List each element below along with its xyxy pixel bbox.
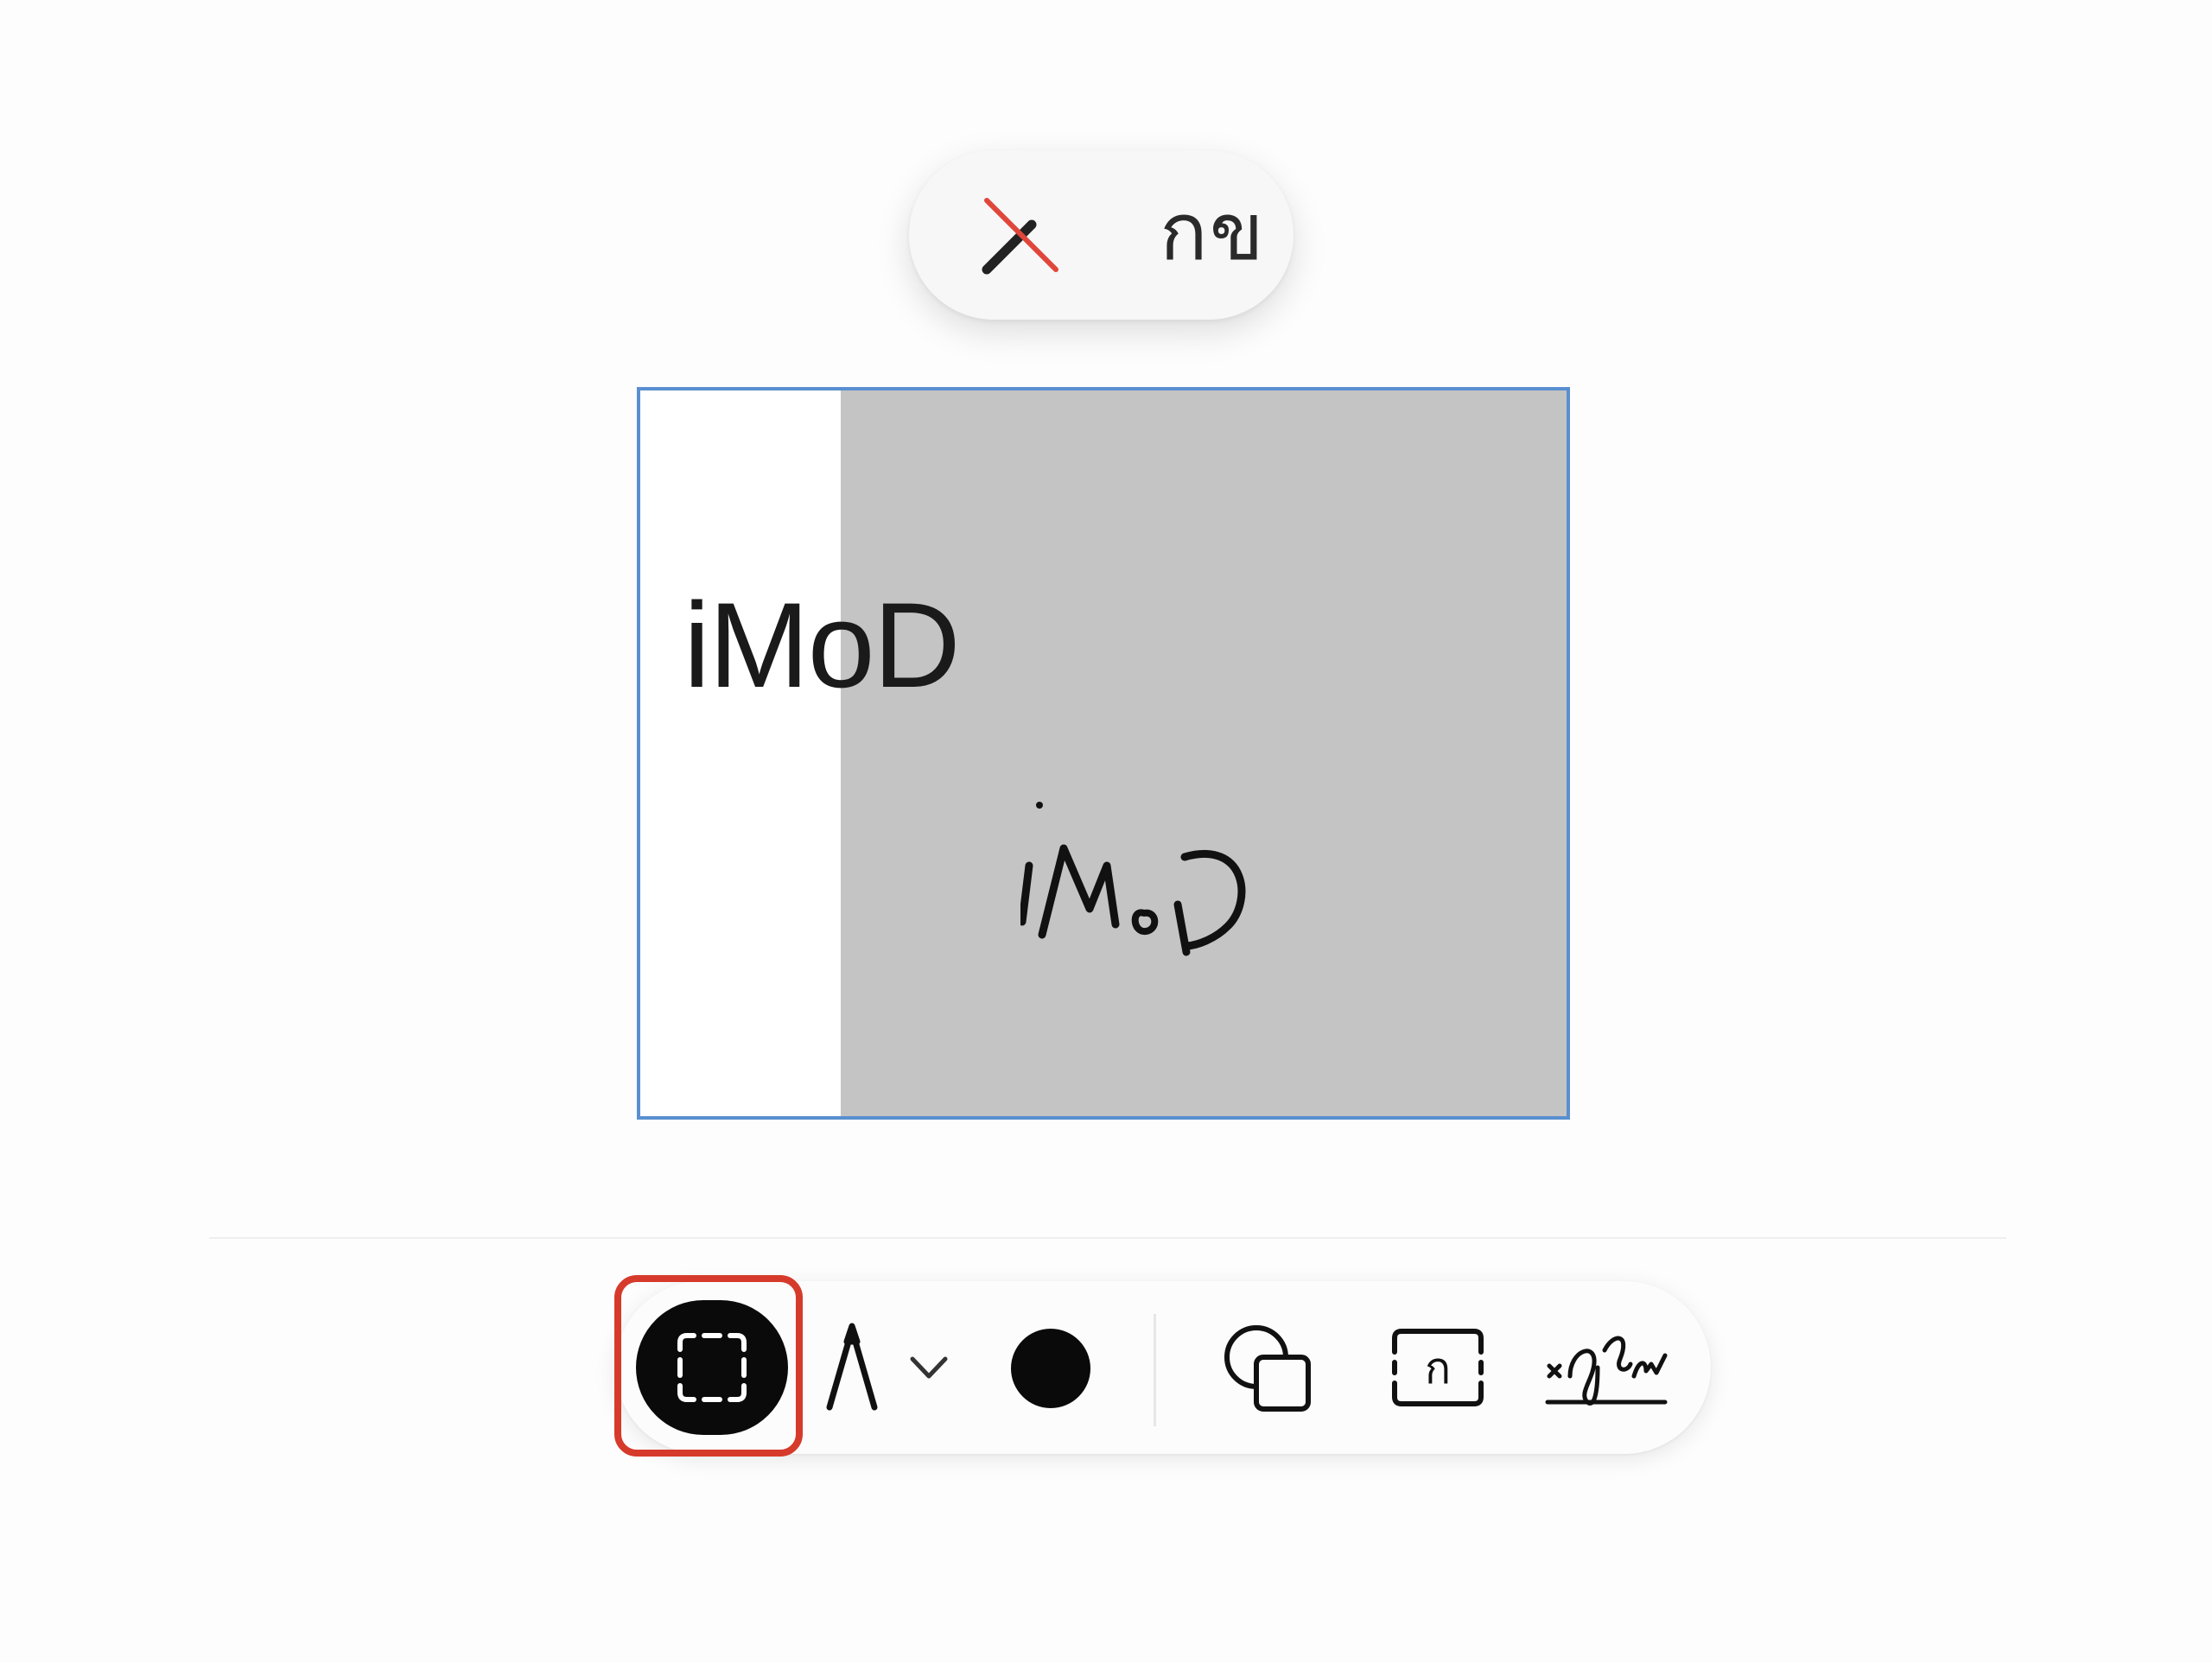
- top-action-pill: กข: [909, 150, 1294, 320]
- signature-icon: [1545, 1336, 1668, 1406]
- selection-tool-highlight: [614, 1275, 803, 1457]
- markup-editor-screen: กข iMoD ก: [0, 0, 2212, 1663]
- keyboard-toggle-label[interactable]: กข: [1160, 176, 1266, 289]
- text-box-icon: ก: [1392, 1329, 1484, 1406]
- typed-text[interactable]: iMoD: [683, 572, 961, 719]
- tool-options-chevron[interactable]: [907, 1350, 950, 1385]
- text-box-tool-button[interactable]: ก: [1389, 1326, 1486, 1409]
- close-icon: [982, 198, 1058, 275]
- shapes-icon: [1224, 1325, 1311, 1412]
- pen-icon: [826, 1323, 878, 1411]
- image-canvas[interactable]: iMoD: [637, 387, 1570, 1120]
- handwritten-text[interactable]: [1020, 771, 1452, 1030]
- chevron-down-icon: [910, 1356, 948, 1379]
- text-box-glyph: ก: [1425, 1343, 1451, 1393]
- signature-tool-button[interactable]: [1544, 1316, 1674, 1419]
- pen-tool-button[interactable]: [823, 1323, 883, 1412]
- toolbar-separator: [1154, 1314, 1156, 1426]
- close-scribble-button[interactable]: [978, 192, 1065, 278]
- divider-line: [209, 1237, 2006, 1239]
- color-picker-button[interactable]: [1011, 1329, 1090, 1408]
- shapes-tool-button[interactable]: [1220, 1321, 1317, 1418]
